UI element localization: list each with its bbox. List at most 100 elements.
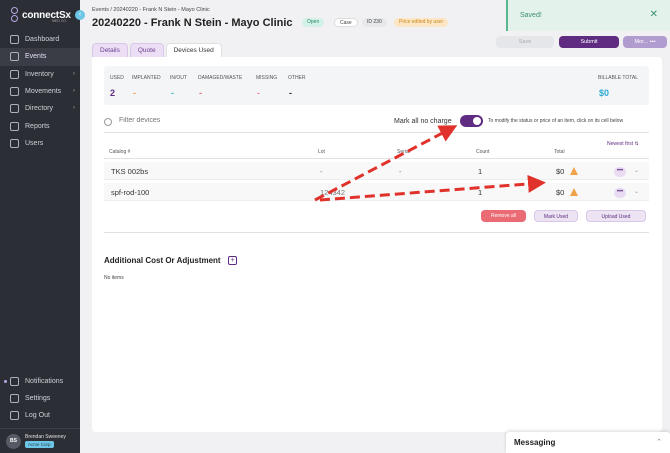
sidebar-item-directory[interactable]: Directory ›: [0, 100, 80, 117]
sidebar-item-label: Directory: [25, 105, 54, 113]
sidebar-bottom-nav: Notifications Settings Log Out: [0, 373, 80, 424]
warning-icon: [570, 188, 578, 196]
cell-count[interactable]: 1: [478, 167, 482, 176]
cell-lot[interactable]: 124342: [320, 188, 345, 197]
dashboard-icon: [10, 35, 19, 45]
messaging-panel[interactable]: Messaging ⌃: [506, 432, 670, 453]
filter-devices-input[interactable]: [119, 117, 259, 124]
table-row[interactable]: spf-rod-100 124342 - 1 $0 ••• ⌄: [104, 183, 649, 201]
sidebar-item-label: Users: [25, 139, 44, 147]
users-icon: [10, 138, 19, 148]
devices-used-panel: USED 2 IMPLANTED - IN/OUT - DAMAGED/WAST…: [92, 57, 662, 432]
table-row[interactable]: TKS 002bs - - 1 $0 ••• ⌄: [104, 162, 649, 180]
sidebar-item-dashboard[interactable]: Dashboard: [0, 31, 80, 48]
toast-message: Saved!: [520, 12, 542, 19]
tab-quote[interactable]: Quote: [129, 43, 164, 57]
chevron-right-icon: ›: [73, 70, 75, 77]
sidebar-item-label: Reports: [25, 122, 50, 130]
logo-icon: [10, 7, 19, 23]
column-serial: Serial: [397, 149, 410, 155]
cell-catalog[interactable]: spf-rod-100: [111, 188, 149, 197]
type-badge: Case: [334, 18, 358, 27]
directory-icon: [10, 104, 19, 114]
sidebar-item-notifications[interactable]: Notifications: [0, 373, 80, 390]
sidebar-item-label: Log Out: [25, 412, 50, 419]
sidebar-item-users[interactable]: Users: [0, 135, 80, 152]
avatar: BS: [6, 433, 21, 449]
reports-icon: [10, 121, 19, 131]
cell-lot[interactable]: -: [320, 167, 323, 176]
column-total: Total: [554, 149, 565, 155]
tab-bar: Details Quote Devices Used: [92, 43, 222, 57]
filter-bar: Mark all no charge To modify the status …: [104, 115, 649, 133]
collapse-sidebar-button[interactable]: ‹: [75, 10, 85, 20]
remove-all-button[interactable]: Remove all: [481, 210, 526, 222]
table-header: Catalog # Lot Serial Count Total: [104, 147, 649, 159]
stat-other-value: -: [289, 88, 292, 98]
no-charge-toggle[interactable]: [460, 115, 483, 127]
user-profile[interactable]: BS Brendan Sweeney Acme Corp: [0, 428, 80, 453]
sidebar-item-events[interactable]: Events: [0, 48, 80, 66]
more-button[interactable]: Mor... •••: [623, 36, 667, 48]
cell-catalog[interactable]: TKS 002bs: [111, 167, 148, 176]
sidebar-item-logout[interactable]: Log Out: [0, 407, 80, 424]
sidebar-item-label: Events: [25, 53, 47, 61]
stat-implanted-label: IMPLANTED: [132, 75, 161, 81]
upload-used-button[interactable]: Upload Used: [586, 210, 646, 222]
submit-button[interactable]: Submit: [559, 36, 619, 48]
brand-sub: MED CO.: [52, 19, 67, 23]
price-edited-badge: Price edited by user: [394, 18, 449, 27]
stat-used-value: 2: [110, 88, 116, 98]
tab-details[interactable]: Details: [92, 43, 128, 57]
sidebar-item-settings[interactable]: Settings: [0, 390, 80, 407]
no-items-text: No items: [104, 275, 124, 281]
sidebar-item-label: Inventory: [25, 70, 54, 78]
box-icon: [10, 69, 19, 79]
org-badge: Acme Corp: [25, 441, 54, 448]
status-badge: Open: [302, 18, 325, 27]
additional-cost-title: Additional Cost Or Adjustment: [104, 256, 221, 265]
close-icon[interactable]: ✕: [650, 9, 658, 20]
add-adjustment-button[interactable]: +: [228, 256, 237, 265]
movements-icon: [10, 87, 19, 97]
chevron-down-icon[interactable]: ⌄: [634, 167, 639, 174]
usage-stats: USED 2 IMPLANTED - IN/OUT - DAMAGED/WAST…: [104, 66, 649, 105]
sidebar-item-label: Notifications: [25, 378, 64, 385]
saved-toast: Saved! ✕: [506, 0, 670, 31]
chevron-up-icon[interactable]: ⌃: [656, 438, 662, 446]
chevron-down-icon[interactable]: ⌄: [634, 188, 639, 195]
sidebar-item-reports[interactable]: Reports: [0, 117, 80, 134]
page-title: 20240220 - Frank N Stein - Mayo Clinic: [92, 17, 293, 29]
sidebar-item-label: Movements: [25, 88, 62, 96]
stat-billable-value: $0: [599, 88, 610, 98]
column-lot: Lot: [318, 149, 325, 155]
cell-serial[interactable]: -: [399, 188, 402, 197]
stat-damaged-label: DAMAGED/WASTE: [198, 75, 243, 81]
tab-devices-used[interactable]: Devices Used: [165, 43, 222, 57]
gear-icon: [10, 394, 19, 403]
save-button[interactable]: Save: [496, 36, 554, 48]
row-more-button[interactable]: •••: [614, 188, 626, 198]
row-more-button[interactable]: •••: [614, 167, 626, 177]
calendar-icon: [10, 52, 19, 62]
sidebar-item-movements[interactable]: Movements ›: [0, 83, 80, 100]
sidebar-item-label: Dashboard: [25, 36, 60, 44]
cell-total[interactable]: $0: [556, 188, 564, 197]
stat-damaged-value: -: [199, 88, 202, 98]
mark-used-button[interactable]: Mark Used: [534, 210, 578, 222]
stat-implanted-value: -: [133, 88, 136, 98]
warning-icon: [570, 167, 578, 175]
logout-icon: [10, 411, 19, 420]
cell-count[interactable]: 1: [478, 188, 482, 197]
bell-icon: [10, 377, 19, 386]
sidebar-item-inventory[interactable]: Inventory ›: [0, 66, 80, 83]
edit-hint: To modify the status or price of an item…: [488, 118, 624, 124]
notification-dot: [4, 380, 7, 383]
stat-inout-value: -: [171, 88, 174, 98]
breadcrumb[interactable]: Events / 20240220 - Frank N Stein - Mayo…: [92, 7, 210, 13]
stat-missing-value: -: [257, 88, 260, 98]
cell-serial[interactable]: -: [399, 167, 402, 176]
cell-total[interactable]: $0: [556, 167, 564, 176]
divider: [104, 232, 649, 233]
id-badge: ID 230: [362, 18, 387, 27]
